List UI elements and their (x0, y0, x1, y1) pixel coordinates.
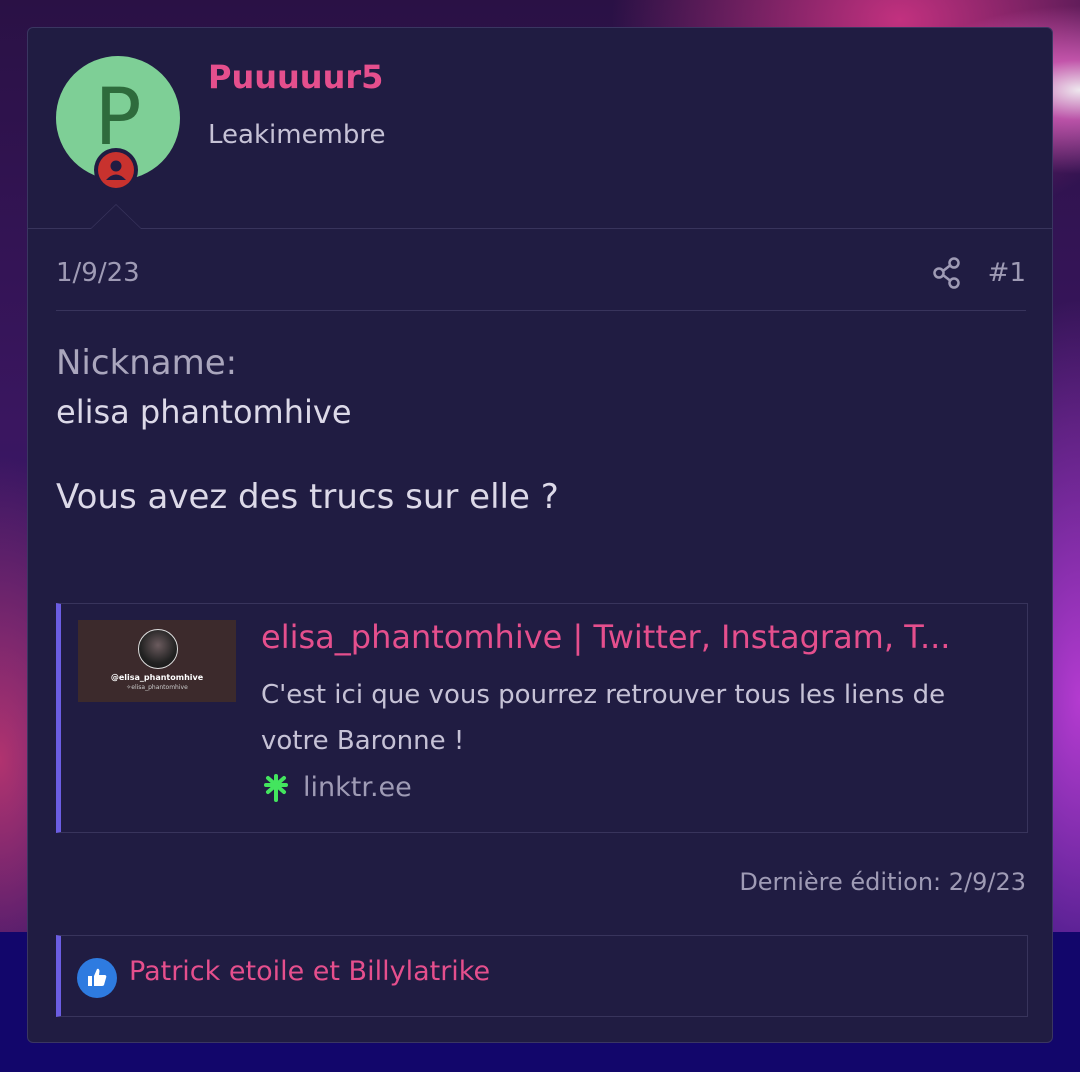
post-card: P Puuuuur5 Leakimembre 1/9/23 #1 Nicknam… (27, 27, 1053, 1043)
thumbnail-avatar (138, 629, 178, 669)
link-preview-description: C'est ici que vous pourrez retrouver tou… (261, 680, 946, 756)
author-role: Leakimembre (208, 120, 386, 150)
thumbnail-name: @elisa_phantomhive (110, 673, 204, 682)
link-preview-thumbnail[interactable]: @elisa_phantomhive ✧elisa_phantomhive (78, 620, 236, 702)
thumbnail-subtitle: ✧elisa_phantomhive (126, 684, 188, 691)
nickname-label: Nickname: (56, 343, 238, 383)
user-badge-icon (94, 148, 138, 192)
post-date[interactable]: 1/9/23 (56, 258, 140, 288)
linktree-logo-icon (261, 773, 291, 803)
author-name[interactable]: Puuuuur5 (208, 58, 383, 96)
link-preview-site-name: linktr.ee (303, 772, 412, 803)
reactions-bar[interactable]: Patrick etoile et Billylatrike (56, 935, 1028, 1017)
post-meta: 1/9/23 #1 (56, 256, 1026, 311)
post-number-link[interactable]: #1 (988, 258, 1026, 288)
post-header: P Puuuuur5 Leakimembre (28, 28, 1052, 229)
last-edit: Dernière édition: 2/9/23 (739, 868, 1026, 896)
link-preview[interactable]: @elisa_phantomhive ✧elisa_phantomhive el… (56, 603, 1028, 833)
share-icon[interactable] (930, 256, 964, 290)
post-question: Vous avez des trucs sur elle ? (56, 477, 559, 517)
post-body: Nickname: elisa phantomhive Vous avez de… (56, 338, 1026, 522)
link-preview-site[interactable]: linktr.ee (261, 772, 412, 803)
thumbs-up-icon (77, 958, 117, 998)
link-preview-title[interactable]: elisa_phantomhive | Twitter, Instagram, … (261, 618, 1013, 656)
nickname-value: elisa phantomhive (56, 393, 352, 431)
reaction-users[interactable]: Patrick etoile et Billylatrike (129, 956, 490, 987)
header-pointer (90, 204, 142, 229)
